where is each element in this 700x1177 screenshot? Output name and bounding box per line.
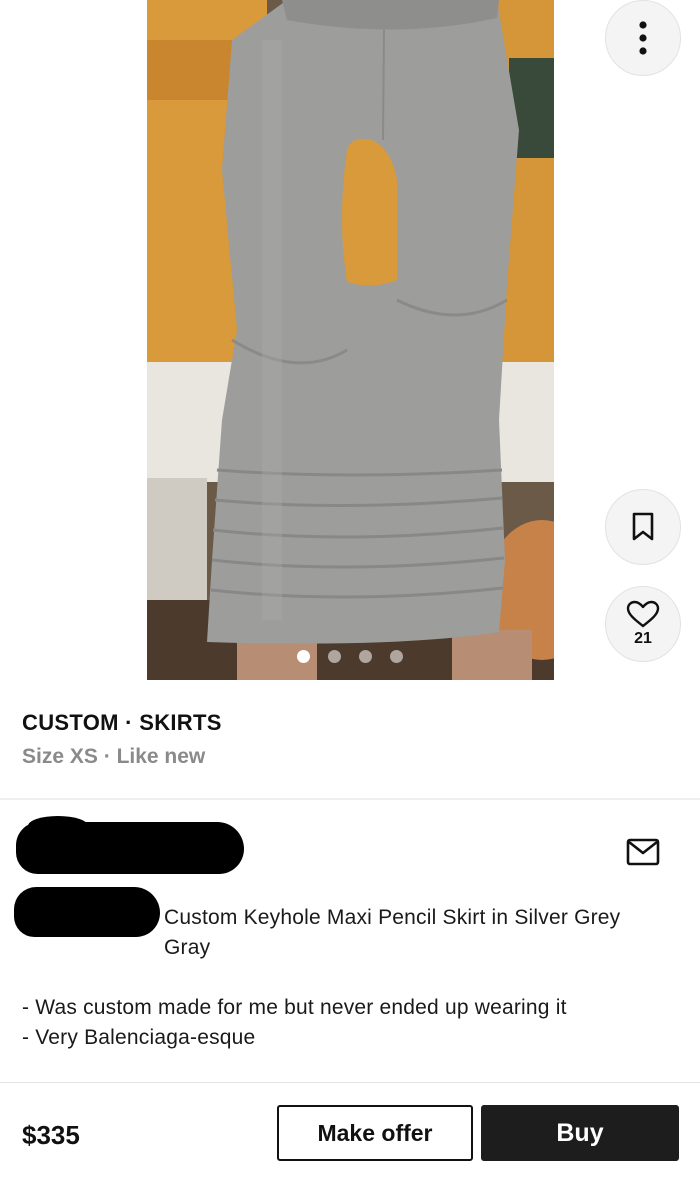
category-link[interactable]: SKIRTS	[139, 710, 221, 735]
carousel-dot[interactable]	[359, 650, 372, 663]
make-offer-button[interactable]: Make offer	[277, 1105, 473, 1161]
product-photo[interactable]	[147, 0, 554, 680]
redacted-seller-name-blob	[160, 826, 240, 848]
mail-icon[interactable]	[626, 838, 660, 866]
carousel-dot[interactable]	[390, 650, 403, 663]
like-count: 21	[634, 630, 652, 647]
redacted-description-prefix	[14, 887, 160, 937]
buy-button[interactable]: Buy	[481, 1105, 679, 1161]
save-button[interactable]	[605, 489, 681, 565]
product-photo-image	[147, 0, 554, 680]
bookmark-icon	[632, 512, 654, 541]
separator-dot: ·	[125, 710, 133, 735]
carousel-dot[interactable]	[328, 650, 341, 663]
description-line: - Very Balenciaga-esque	[22, 1026, 256, 1049]
size-condition-line: Size XS · Like new	[22, 745, 205, 769]
separator-dot: ·	[103, 745, 111, 768]
price: $335	[22, 1120, 80, 1150]
heart-icon	[626, 600, 660, 628]
size-label: Size XS	[22, 745, 98, 768]
carousel-dot[interactable]	[297, 650, 310, 663]
condition-label: Like new	[116, 745, 206, 768]
section-divider	[0, 798, 700, 800]
brand-category-line: CUSTOM · SKIRTS	[22, 710, 222, 736]
more-vertical-icon	[639, 21, 647, 55]
product-image-carousel[interactable]: 21	[0, 0, 700, 690]
carousel-dots	[0, 650, 700, 663]
like-button[interactable]: 21	[605, 586, 681, 662]
more-options-button[interactable]	[605, 0, 681, 76]
redacted-seller-name-blob	[28, 816, 88, 836]
description-line: - Was custom made for me but never ended…	[22, 996, 567, 1019]
brand-link[interactable]: CUSTOM	[22, 710, 119, 735]
